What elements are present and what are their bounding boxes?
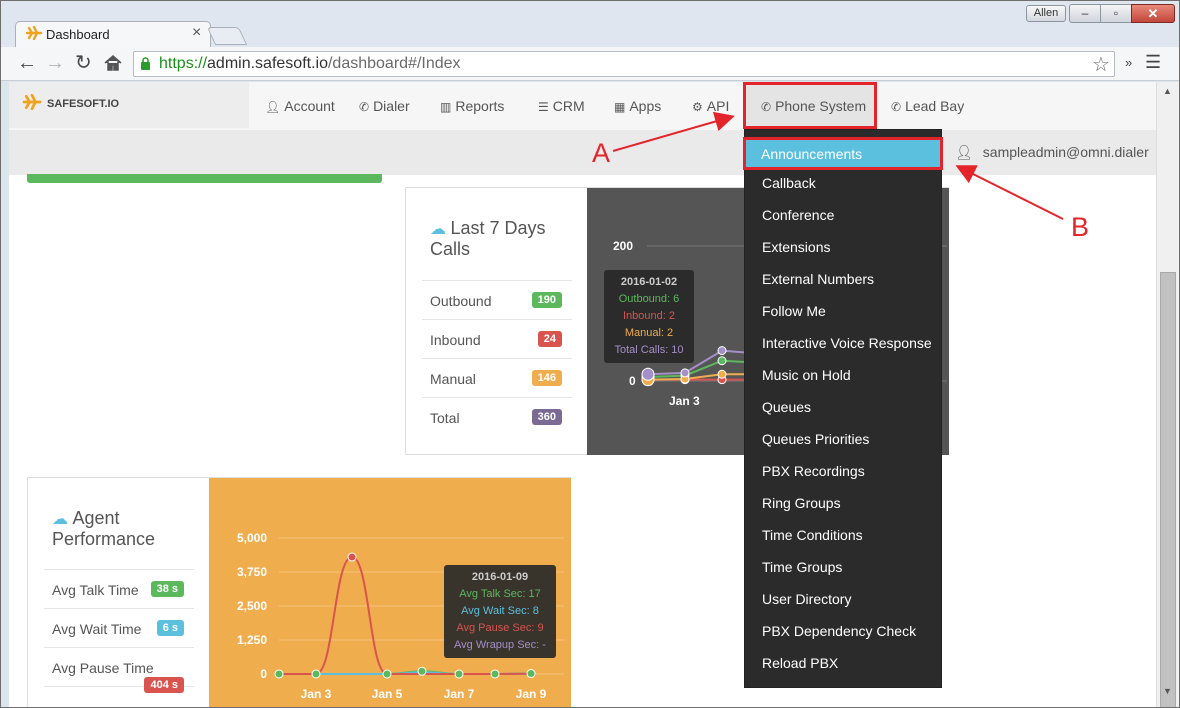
annotation-label-a: A xyxy=(592,138,611,168)
annotation-overlay xyxy=(612,111,1064,220)
arrow-b xyxy=(955,165,1064,220)
annotation-label-b: B xyxy=(1071,212,1090,242)
arrow-a xyxy=(612,111,735,152)
